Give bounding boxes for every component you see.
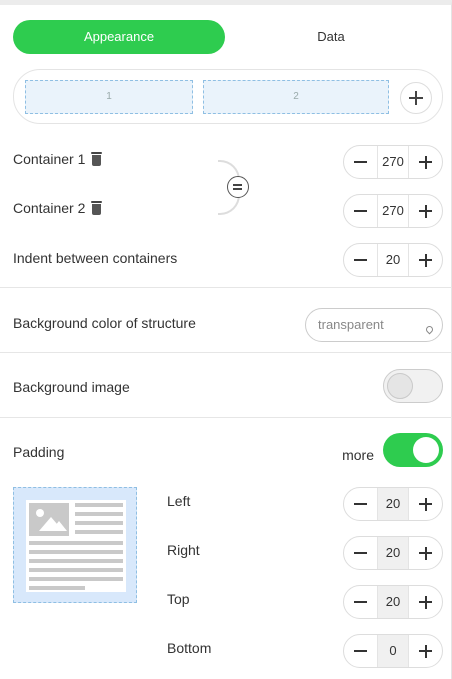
tab-data[interactable]: Data — [225, 20, 437, 54]
increment-button[interactable] — [409, 195, 442, 227]
padding-bottom-stepper: 0 — [343, 634, 443, 668]
content-placeholder — [26, 500, 126, 592]
background-color-field[interactable]: transparent — [305, 308, 443, 342]
increment-button[interactable] — [409, 586, 442, 618]
decrement-button[interactable] — [344, 537, 377, 569]
container-2-label: Container 2 — [13, 200, 86, 216]
padding-toggle[interactable] — [383, 433, 443, 467]
container-1-row: Container 1 — [13, 151, 103, 167]
decrement-button[interactable] — [344, 195, 377, 227]
padding-top-label: Top — [167, 591, 190, 607]
divider — [0, 352, 452, 353]
indent-value[interactable]: 20 — [377, 244, 409, 276]
container-1-stepper: 270 — [343, 145, 443, 179]
container-2-row: Container 2 — [13, 200, 103, 216]
decrement-button[interactable] — [344, 146, 377, 178]
settings-panel: Appearance Data 1 2 Container 1 270 Cont… — [0, 0, 452, 679]
toggle-knob — [387, 373, 413, 399]
padding-label: Padding — [13, 444, 65, 460]
divider — [0, 417, 452, 418]
padding-top-stepper: 20 — [343, 585, 443, 619]
background-image-toggle[interactable] — [383, 369, 443, 403]
padding-top-value[interactable]: 20 — [377, 586, 409, 618]
increment-button[interactable] — [409, 146, 442, 178]
decrement-button[interactable] — [344, 244, 377, 276]
trash-icon[interactable] — [91, 152, 103, 166]
decrement-button[interactable] — [344, 635, 377, 667]
toggle-knob — [413, 437, 439, 463]
increment-button[interactable] — [409, 635, 442, 667]
background-color-value: transparent — [318, 317, 384, 332]
indent-stepper: 20 — [343, 243, 443, 277]
padding-right-label: Right — [167, 542, 200, 558]
container-2-value[interactable]: 270 — [377, 195, 409, 227]
container-1-label: Container 1 — [13, 151, 86, 167]
padding-bottom-value[interactable]: 0 — [377, 635, 409, 667]
container-1-value[interactable]: 270 — [377, 146, 409, 178]
increment-button[interactable] — [409, 537, 442, 569]
structure-preview: 1 2 — [13, 69, 443, 124]
padding-left-value[interactable]: 20 — [377, 488, 409, 520]
tab-appearance[interactable]: Appearance — [13, 20, 225, 54]
padding-right-stepper: 20 — [343, 536, 443, 570]
trash-icon[interactable] — [91, 201, 103, 215]
equalize-icon[interactable] — [227, 176, 249, 198]
container-cell-2[interactable]: 2 — [203, 80, 389, 114]
padding-bottom-label: Bottom — [167, 640, 212, 656]
color-drop-icon — [424, 324, 435, 335]
more-link[interactable]: more — [342, 447, 374, 463]
increment-button[interactable] — [409, 244, 442, 276]
image-placeholder-icon — [29, 503, 69, 536]
background-image-label: Background image — [13, 379, 130, 395]
indent-label: Indent between containers — [13, 250, 178, 266]
background-color-label: Background color of structure — [13, 315, 196, 331]
decrement-button[interactable] — [344, 586, 377, 618]
padding-left-label: Left — [167, 493, 191, 509]
padding-left-stepper: 20 — [343, 487, 443, 521]
padding-right-value[interactable]: 20 — [377, 537, 409, 569]
decrement-button[interactable] — [344, 488, 377, 520]
container-cell-1[interactable]: 1 — [25, 80, 193, 114]
padding-preview — [13, 487, 137, 603]
container-2-stepper: 270 — [343, 194, 443, 228]
divider — [0, 287, 452, 288]
increment-button[interactable] — [409, 488, 442, 520]
add-container-button[interactable] — [400, 82, 432, 114]
tab-bar: Appearance Data — [13, 20, 437, 54]
